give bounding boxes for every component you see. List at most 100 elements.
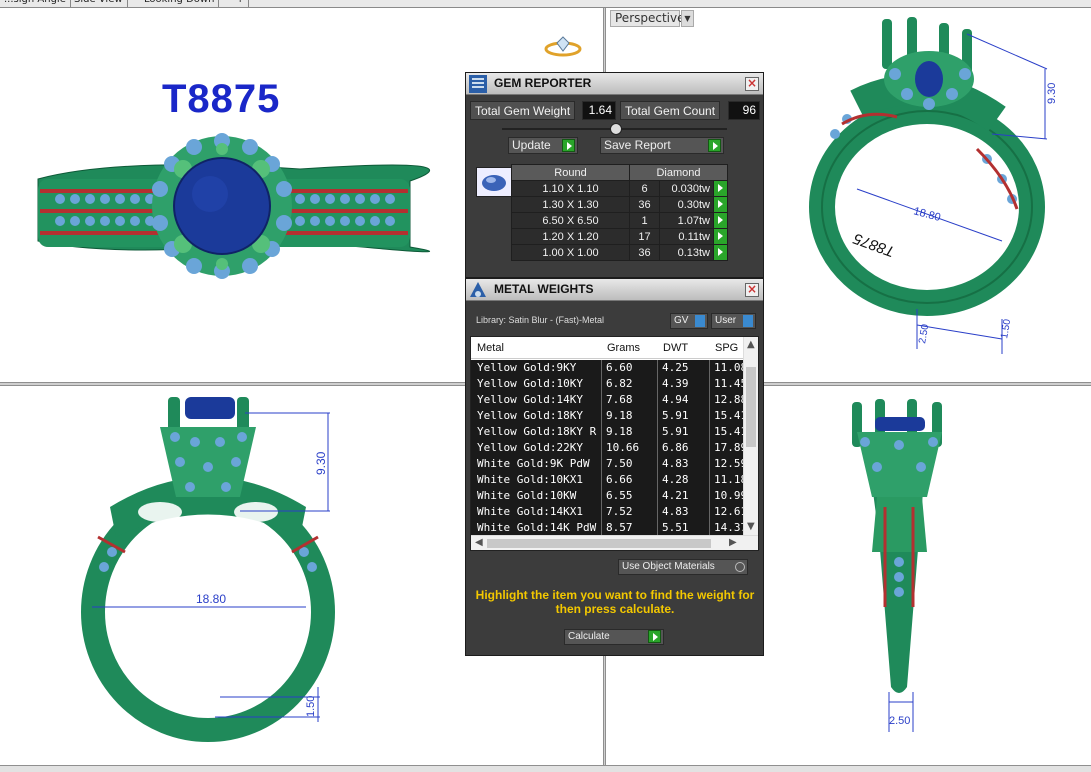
- tab-add[interactable]: +: [232, 0, 250, 7]
- metal-weights-panel: METAL WEIGHTS × Library: Satin Blur - (F…: [465, 278, 764, 656]
- total-gem-count-value: 96: [728, 101, 760, 120]
- metal-cell-metal: White Gold:14KX1: [477, 505, 583, 518]
- metal-cell-dwt: 4.83: [657, 456, 709, 472]
- gem-reporter-title: GEM REPORTER: [494, 76, 592, 90]
- select-row-button[interactable]: [713, 212, 728, 229]
- gem-table: Round Diamond 1.10 X 1.10 6 0.030tw 1.30…: [511, 164, 728, 261]
- gem-reporter-titlebar[interactable]: GEM REPORTER ×: [466, 73, 763, 95]
- col-dwt[interactable]: DWT: [663, 342, 688, 354]
- metal-row[interactable]: Yellow Gold:9KY 6.60 4.25 11.08: [471, 360, 747, 376]
- gem-size: 1.30 X 1.30: [511, 196, 630, 213]
- metal-row[interactable]: White Gold:14K PdW 8.57 5.51 14.37: [471, 520, 747, 536]
- close-icon[interactable]: ×: [745, 77, 759, 91]
- metal-row[interactable]: Yellow Gold:18KY 9.18 5.91 15.41: [471, 408, 747, 424]
- scroll-thumb[interactable]: [487, 539, 711, 548]
- gv-toggle-label: GV: [674, 315, 689, 326]
- metal-list-horizontal-scrollbar[interactable]: ◀ ▶: [471, 535, 758, 550]
- select-row-button[interactable]: [713, 180, 728, 197]
- total-gem-weight-label: Total Gem Weight: [470, 101, 576, 120]
- toggle-indicator-icon: [743, 315, 753, 327]
- metal-row[interactable]: White Gold:10KW 6.55 4.21 10.99: [471, 488, 747, 504]
- panel-slider-handle[interactable]: [610, 123, 622, 135]
- round-gem-shape-icon[interactable]: [476, 167, 512, 197]
- metal-row[interactable]: Yellow Gold:22KY 10.66 6.86 17.89: [471, 440, 747, 456]
- side-dim-band-label: 2.50: [889, 715, 910, 727]
- col-grams[interactable]: Grams: [607, 342, 640, 354]
- metal-cell-grams: 6.55: [601, 488, 657, 504]
- metal-row[interactable]: Yellow Gold:18KY R...9.185.9115.41: [471, 424, 747, 440]
- gem-row[interactable]: 1.00 X 1.00 36 0.13tw: [511, 244, 728, 261]
- metal-cell-grams: 7.50: [601, 456, 657, 472]
- save-report-button[interactable]: Save Report: [600, 137, 724, 154]
- metal-cell-grams: 7.52: [601, 504, 657, 520]
- metal-row[interactable]: Yellow Gold:10KY 6.82 4.39 11.45: [471, 376, 747, 392]
- gem-count: 6: [629, 180, 660, 197]
- scroll-thumb[interactable]: [746, 367, 756, 447]
- col-metal[interactable]: Metal: [477, 342, 504, 354]
- tab-side-view[interactable]: Side View: [70, 0, 128, 7]
- update-button[interactable]: Update: [508, 137, 578, 154]
- metal-weights-list[interactable]: Metal Grams DWT SPG Yellow Gold:9KY 6.60 4…: [470, 336, 759, 551]
- metal-cell-grams: 9.18: [601, 424, 657, 440]
- gem-material-header: Diamond: [629, 164, 728, 181]
- scroll-right-icon[interactable]: ▶: [729, 537, 737, 548]
- select-row-button[interactable]: [713, 228, 728, 245]
- gem-row[interactable]: 6.50 X 6.50 1 1.07tw: [511, 212, 728, 229]
- chevron-down-icon[interactable]: ▼: [681, 10, 694, 27]
- gem-weight: 0.11tw: [659, 228, 714, 245]
- col-spg[interactable]: SPG: [715, 342, 738, 354]
- scroll-up-icon[interactable]: ▲: [747, 339, 755, 350]
- metal-cell-metal: White Gold:9K PdW: [477, 457, 590, 470]
- select-row-button[interactable]: [713, 196, 728, 213]
- gem-count: 36: [629, 196, 660, 213]
- metal-row[interactable]: White Gold:10KX1 6.66 4.28 11.18: [471, 472, 747, 488]
- scroll-down-icon[interactable]: ▼: [747, 521, 755, 532]
- radio-icon: [735, 562, 745, 572]
- tab-looking-down[interactable]: Looking Down: [140, 0, 220, 7]
- metal-cell-metal: White Gold:10KW: [477, 489, 577, 502]
- gem-weight: 0.13tw: [659, 244, 714, 261]
- metal-cell-grams: 10.66: [601, 440, 657, 456]
- dim-band-a-label: 2.50: [917, 323, 931, 345]
- metal-cell-metal: Yellow Gold:18KY R...: [477, 425, 597, 438]
- metal-cell-dwt: 5.91: [657, 424, 709, 440]
- gem-row[interactable]: 1.20 X 1.20 17 0.11tw: [511, 228, 728, 245]
- perspective-dropdown[interactable]: Perspective: [610, 10, 685, 27]
- metal-row[interactable]: White Gold:14KX1 7.52 4.83 12.61: [471, 504, 747, 520]
- save-report-button-label: Save Report: [604, 138, 671, 152]
- ring-engraving: T8875: [851, 229, 897, 260]
- tab-design-angle[interactable]: ...sign Angle: [0, 0, 71, 7]
- gem-count: 36: [629, 244, 660, 261]
- metal-cell-dwt: 4.83: [657, 504, 709, 520]
- metal-row[interactable]: White Gold:9K PdW 7.50 4.83 12.59: [471, 456, 747, 472]
- use-object-materials-toggle[interactable]: Use Object Materials: [618, 559, 748, 575]
- metal-list-vertical-scrollbar[interactable]: ▲ ▼: [743, 337, 758, 535]
- calculate-hint: Highlight the item you want to find the …: [475, 588, 755, 616]
- metal-cell-dwt: 4.94: [657, 392, 709, 408]
- metal-cell-metal: Yellow Gold:18KY: [477, 409, 583, 422]
- gv-toggle[interactable]: GV: [670, 313, 708, 329]
- model-code-label: T8875: [162, 77, 281, 121]
- metal-cell-grams: 6.60: [601, 360, 657, 376]
- toggle-indicator-icon: [695, 315, 705, 327]
- view-tab-bar: ...sign Angle Side View Looking Down +: [0, 0, 1091, 8]
- user-toggle[interactable]: User: [711, 313, 756, 329]
- select-row-button[interactable]: [713, 244, 728, 261]
- scroll-left-icon[interactable]: ◀: [475, 537, 483, 548]
- metal-weights-titlebar[interactable]: METAL WEIGHTS ×: [466, 279, 763, 301]
- user-toggle-label: User: [715, 315, 737, 326]
- calculate-button[interactable]: Calculate: [564, 629, 664, 645]
- gem-size: 1.20 X 1.20: [511, 228, 630, 245]
- close-icon[interactable]: ×: [745, 283, 759, 297]
- dim-height-label: 9.30: [1046, 83, 1058, 104]
- total-gem-count-label: Total Gem Count: [620, 101, 721, 120]
- gem-row[interactable]: 1.30 X 1.30 36 0.30tw: [511, 196, 728, 213]
- gem-size: 6.50 X 6.50: [511, 212, 630, 229]
- use-object-materials-label: Use Object Materials: [622, 561, 715, 572]
- play-icon: [562, 139, 575, 152]
- metal-cell-metal: Yellow Gold:10KY: [477, 377, 583, 390]
- gem-row[interactable]: 1.10 X 1.10 6 0.030tw: [511, 180, 728, 197]
- status-bar: [0, 765, 1091, 772]
- metal-row[interactable]: Yellow Gold:14KY 7.68 4.94 12.88: [471, 392, 747, 408]
- metal-cell-dwt: 4.25: [657, 360, 709, 376]
